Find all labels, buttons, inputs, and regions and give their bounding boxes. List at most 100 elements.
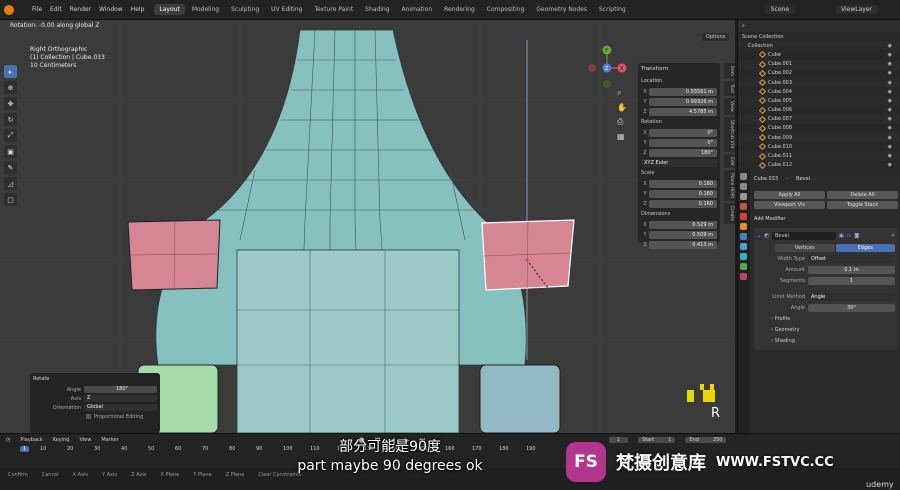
move-tool-icon[interactable]: ✥ <box>4 97 17 110</box>
tab-geometry-nodes[interactable]: Geometry Nodes <box>531 4 592 15</box>
tab-uv-editing[interactable]: UV Editing <box>266 4 307 15</box>
scale-tool-icon[interactable]: ⤢ <box>4 129 17 142</box>
sidebar-tab-view[interactable]: View <box>724 98 735 115</box>
viewport-toggle-icon[interactable]: ▭ <box>847 233 852 239</box>
close-icon[interactable]: ✕ <box>891 233 895 239</box>
scale-y-field[interactable]: 0.160 <box>649 189 717 198</box>
outliner-item[interactable]: Cube.002 ◉ <box>738 69 900 78</box>
outliner-search-icon[interactable]: ⌕ <box>742 23 745 29</box>
segments-field[interactable]: 1 <box>808 276 895 285</box>
camera-icon[interactable]: ⎙ <box>617 117 627 127</box>
tab-texture-paint[interactable]: Texture Paint <box>309 4 358 15</box>
profile-subpanel[interactable]: › Profile <box>757 314 895 325</box>
outliner-item[interactable]: Cube.001 ◉ <box>738 59 900 69</box>
physics-tab-icon[interactable] <box>740 253 747 260</box>
toggle-stack-button[interactable]: Toggle Stack <box>827 201 898 209</box>
outliner-item[interactable]: Cube.008 ◉ <box>738 124 900 133</box>
zoom-icon[interactable]: ⌕ <box>617 88 627 98</box>
rotation-x-field[interactable]: 0° <box>649 128 717 137</box>
menu-help[interactable]: Help <box>131 6 145 13</box>
dimensions-x-field[interactable]: 0.529 m <box>649 220 717 229</box>
eye-icon[interactable]: ◉ <box>888 70 892 76</box>
proportional-editing-checkbox[interactable] <box>86 414 91 419</box>
3d-viewport[interactable]: Y X Z Rotation: -0.00 along global Z Rig… <box>0 20 735 433</box>
menu-file[interactable]: File <box>32 6 42 13</box>
blender-logo-icon[interactable] <box>4 4 14 15</box>
tool-tab-icon[interactable] <box>740 173 747 180</box>
tab-sculpting[interactable]: Sculpting <box>226 4 264 15</box>
redo-orientation-dropdown[interactable]: Global <box>84 404 157 411</box>
add-modifier-button[interactable]: Add Modifier <box>754 214 898 224</box>
redo-axis-dropdown[interactable]: Z <box>84 395 157 402</box>
vertices-toggle[interactable]: Vertices <box>775 244 835 252</box>
outliner-item[interactable]: Cube.010 ◉ <box>738 142 900 151</box>
delete-all-button[interactable]: Delete All <box>827 191 898 199</box>
geometry-subpanel[interactable]: › Geometry <box>757 325 895 336</box>
measure-tool-icon[interactable]: ◿ <box>4 177 17 190</box>
outliner-item[interactable]: Cube.003 ◉ <box>738 77 900 88</box>
outliner-item[interactable]: Cube.009 ◉ <box>738 133 900 143</box>
eye-icon[interactable]: ◉ <box>888 135 892 141</box>
eye-icon[interactable]: ◉ <box>888 52 892 58</box>
outliner-item[interactable]: Cube.007 ◉ <box>738 114 900 124</box>
view-layer-selector[interactable]: ViewLayer <box>835 5 878 14</box>
tab-scripting[interactable]: Scripting <box>594 4 631 15</box>
shading-subpanel[interactable]: › Shading <box>757 336 895 347</box>
eye-icon[interactable]: ◉ <box>888 98 892 104</box>
sidebar-tab-hdri[interactable]: Plane HDRI <box>724 170 735 202</box>
sidebar-tab-tool[interactable]: Tool <box>724 81 735 96</box>
material-tab-icon[interactable] <box>740 273 747 280</box>
sidebar-tab-item[interactable]: Item <box>724 63 735 80</box>
width-type-dropdown[interactable]: Offset <box>808 254 895 263</box>
rotation-mode-dropdown[interactable]: XYZ Euler <box>641 158 717 167</box>
dimensions-y-field[interactable]: 0.509 m <box>649 230 717 239</box>
eye-icon[interactable]: ◉ <box>888 162 892 168</box>
rotation-y-field[interactable]: 0° <box>649 138 717 147</box>
annotate-tool-icon[interactable]: ✎ <box>4 161 17 174</box>
eye-icon[interactable]: ◉ <box>888 107 892 113</box>
render-tab-icon[interactable] <box>740 183 747 190</box>
tab-rendering[interactable]: Rendering <box>439 4 480 15</box>
outliner-item[interactable]: Cube.012 ◉ <box>738 161 900 170</box>
eye-icon[interactable]: ◉ <box>888 153 892 159</box>
outliner-item[interactable]: Cube.011 ◉ <box>738 151 900 161</box>
limit-method-dropdown[interactable]: Angle <box>808 292 895 301</box>
pan-hand-icon[interactable]: ✋ <box>617 103 627 112</box>
tab-modeling[interactable]: Modeling <box>187 4 224 15</box>
amount-field[interactable]: 0.1 m <box>808 265 895 274</box>
tab-shading[interactable]: Shading <box>360 4 394 15</box>
object-tab-icon[interactable] <box>740 223 747 230</box>
transform-tool-icon[interactable]: ▣ <box>4 145 17 158</box>
constraints-tab-icon[interactable] <box>740 263 747 270</box>
sidebar-tab-shortcut[interactable]: Shortcut VUr <box>724 116 735 152</box>
scale-x-field[interactable]: 0.160 <box>649 179 717 188</box>
outliner-collection[interactable]: Collection ◉ <box>738 41 900 51</box>
viewport-vis-button[interactable]: Viewport Vis <box>754 201 825 209</box>
scene-selector[interactable]: Scene <box>764 5 796 14</box>
outliner-item[interactable]: Cube.005 ◉ <box>738 96 900 106</box>
modifier-tab-icon[interactable] <box>740 233 747 240</box>
rotation-z-field[interactable]: 180° <box>649 148 717 157</box>
tab-layout[interactable]: Layout <box>154 4 185 15</box>
particles-tab-icon[interactable] <box>740 243 747 250</box>
editmode-toggle-icon[interactable]: ▣ <box>839 233 844 239</box>
eye-icon[interactable]: ◉ <box>888 125 892 131</box>
modifier-name-field[interactable]: Bevel <box>771 231 836 240</box>
eye-icon[interactable]: ◉ <box>888 43 892 49</box>
outliner-item[interactable]: Cube.004 ◉ <box>738 87 900 96</box>
world-tab-icon[interactable] <box>740 213 747 220</box>
dimensions-z-field[interactable]: 0.413 m <box>649 240 717 249</box>
location-x-field[interactable]: 0.93591 m <box>649 87 717 96</box>
menu-render[interactable]: Render <box>70 6 91 13</box>
location-z-field[interactable]: 4.5785 m <box>649 107 717 116</box>
outliner-item[interactable]: Cube.006 ◉ <box>738 106 900 115</box>
angle-field[interactable]: 30° <box>808 303 895 312</box>
collapse-icon[interactable]: ⌄ <box>757 233 761 239</box>
tab-animation[interactable]: Animation <box>397 4 438 15</box>
output-tab-icon[interactable] <box>740 193 747 200</box>
cursor-tool-icon[interactable]: ⊕ <box>4 81 17 94</box>
sidebar-tab-edit[interactable]: Edit <box>724 153 735 169</box>
apply-all-button[interactable]: Apply All <box>754 191 825 199</box>
ortho-grid-icon[interactable]: ▦ <box>617 132 627 141</box>
rotate-tool-icon[interactable]: ↻ <box>4 113 17 126</box>
